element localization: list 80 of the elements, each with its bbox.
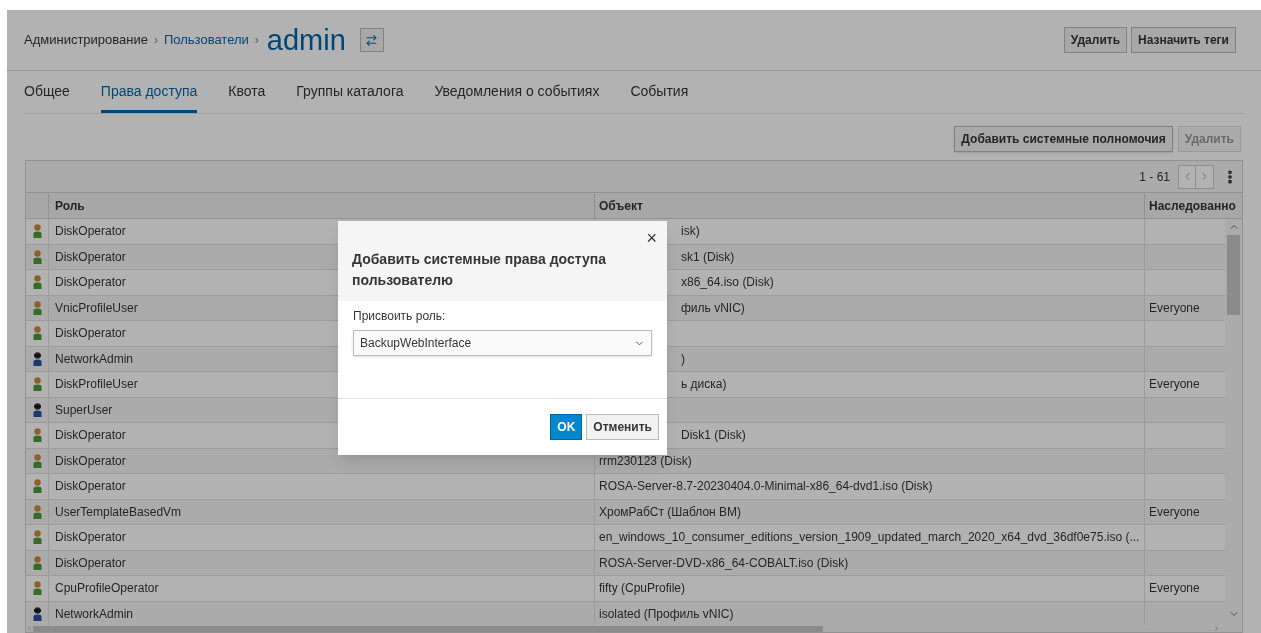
role-cell: DiskOperator — [55, 249, 126, 264]
object-cell-text: Disk1 (Disk) — [681, 427, 746, 445]
breadcrumb-separator: › — [254, 32, 259, 49]
person-icon — [32, 479, 42, 494]
pager-range: 1 - 61 — [1139, 168, 1170, 186]
role-cell: SuperUser — [55, 402, 113, 417]
role-cell: DiskOperator — [55, 326, 126, 341]
person-icon — [32, 326, 42, 341]
role-cell: DiskOperator — [55, 224, 126, 239]
object-cell-text: isk) — [681, 223, 700, 241]
person-icon — [32, 581, 42, 596]
admin-person-icon — [32, 351, 42, 366]
inherited-cell-text: Everyone — [1149, 376, 1200, 394]
switch-button[interactable] — [359, 28, 384, 52]
object-cell-text: isolated (Профиль vNIC) — [599, 605, 734, 623]
page-title: admin — [266, 25, 346, 55]
scroll-right-icon[interactable] — [1213, 625, 1220, 632]
column-header[interactable]: Объект — [594, 193, 1144, 218]
toolbar-button[interactable]: Добавить системные полномочия — [954, 126, 1173, 152]
object-cell-text: x86_64.iso (Disk) — [681, 274, 774, 292]
role-cell: DiskOperator — [55, 275, 126, 290]
column-header[interactable]: Роль — [49, 196, 594, 215]
column-header[interactable]: Наследованно — [1144, 193, 1242, 218]
person-icon — [32, 453, 42, 468]
swap-arrows-icon — [365, 33, 379, 47]
tab[interactable]: Квота — [228, 81, 266, 113]
tab[interactable]: Права доступа — [100, 81, 198, 113]
object-cell-text: ROSA-Server-DVD-x86_64-COBALT.iso (Disk) — [599, 554, 849, 572]
person-icon — [32, 504, 42, 519]
breadcrumb-link[interactable]: Пользователи — [163, 30, 249, 50]
object-cell-text: филь vNIC) — [681, 299, 745, 317]
tab[interactable]: Группы каталога — [296, 81, 404, 113]
object-cell-text: rrm230123 (Disk) — [599, 452, 692, 470]
person-icon — [32, 428, 42, 443]
scrollbar-thumb[interactable] — [1227, 235, 1240, 315]
role-select[interactable]: BackupWebInterface — [353, 330, 652, 356]
object-cell-text: fifty (CpuProfile) — [599, 580, 686, 598]
person-icon — [32, 377, 42, 392]
object-cell-text: ) — [681, 350, 685, 368]
inherited-cell-text: Everyone — [1149, 299, 1200, 317]
role-cell: CpuProfileOperator — [55, 581, 159, 596]
role-cell: DiskOperator — [55, 530, 126, 545]
header-button[interactable]: Удалить — [1063, 27, 1128, 53]
tab[interactable]: Общее — [24, 81, 70, 113]
header-button[interactable]: Назначить теги — [1131, 27, 1236, 53]
inherited-cell-text: Everyone — [1149, 580, 1200, 598]
role-cell: DiskOperator — [55, 428, 126, 443]
person-icon — [32, 300, 42, 315]
role-cell: DiskOperator — [55, 555, 126, 570]
admin-person-icon — [32, 402, 42, 417]
scrollbar-thumb[interactable] — [33, 625, 823, 632]
dialog-title: Добавить системные права доступа пользователю — [352, 250, 607, 290]
person-icon — [32, 530, 42, 545]
object-cell-text: ROSA-Server-8.7-20230404.0-Minimal-x86_64-dvd1.iso (Disk) — [599, 478, 933, 496]
person-icon — [32, 555, 42, 570]
tab[interactable]: События — [630, 81, 689, 113]
role-cell: UserTemplateBasedVm — [55, 504, 182, 519]
role-cell: DiskProfileUser — [55, 377, 138, 392]
object-cell-text: en_windows_10_consumer_editions_version_1909_updated_march_2020_x64_dvd_36df0e75.iso (... — [599, 529, 1140, 547]
role-cell: NetworkAdmin — [55, 351, 134, 366]
ok-button[interactable]: OK — [550, 414, 583, 440]
object-cell-text: sk1 (Disk) — [681, 248, 735, 266]
person-icon — [32, 224, 42, 239]
role-cell: DiskOperator — [55, 479, 126, 494]
role-cell: DiskOperator — [55, 453, 126, 468]
breadcrumb-text: Администрирование — [24, 31, 148, 50]
field-label: Присвоить роль: — [353, 308, 447, 325]
tab[interactable]: Уведомления о событиях — [434, 81, 600, 113]
scroll-left-icon[interactable] — [26, 625, 33, 632]
admin-person-icon — [32, 606, 42, 621]
object-cell-text: ь диска) — [681, 376, 727, 394]
role-cell: VnicProfileUser — [55, 300, 138, 315]
inherited-cell-text: Everyone — [1149, 503, 1200, 521]
object-cell-text: ХромРабСт (Шаблон ВМ) — [599, 503, 742, 521]
cancel-button[interactable]: Отменить — [586, 414, 659, 440]
close-button[interactable]: × — [646, 229, 657, 247]
person-icon — [32, 249, 42, 264]
person-icon — [32, 275, 42, 290]
breadcrumb-separator: › — [153, 32, 158, 49]
role-cell: NetworkAdmin — [55, 606, 134, 621]
